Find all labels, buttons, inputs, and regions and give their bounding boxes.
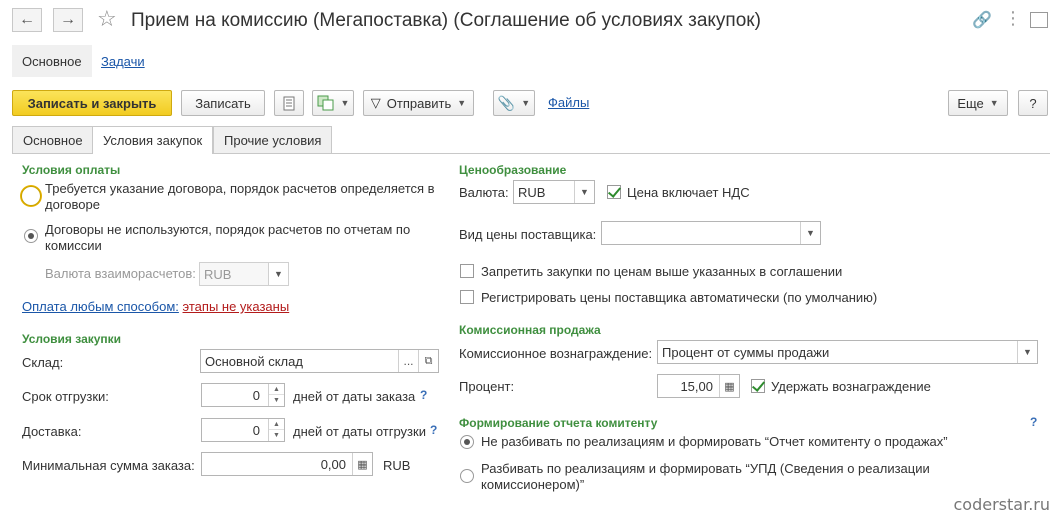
report-split-label-1: Разбивать по реализациям и формировать “…	[481, 461, 930, 476]
paperclip-icon: 📎	[497, 94, 516, 111]
hold-fee-label: Удержать вознаграждение	[771, 379, 931, 394]
send-label: Отправить	[386, 95, 452, 111]
window-title: Прием на комиссию (Мегапоставка) (Соглаш…	[131, 10, 761, 31]
chevron-down-icon[interactable]: ▼	[800, 222, 820, 244]
delivery-label: Доставка:	[22, 424, 82, 439]
payment-option-contract-label-2: договоре	[45, 197, 100, 212]
delivery-suffix: дней от даты отгрузки	[293, 424, 426, 439]
delivery-help-icon[interactable]: ?	[430, 423, 437, 437]
arrow-right-icon: →	[60, 11, 76, 28]
commission-fee-label: Комиссионное вознаграждение:	[459, 346, 653, 361]
payment-option-contract-label-1: Требуется указание договора, порядок рас…	[45, 181, 435, 196]
warehouse-label: Склад:	[22, 355, 64, 370]
report-split-label-2: комиссионером)”	[481, 477, 585, 492]
payment-group-title: Условия оплаты	[22, 163, 121, 177]
filter-icon: ▽	[370, 95, 381, 110]
report-no-split-label: Не разбивать по реализациям и формироват…	[481, 434, 948, 449]
min-sum-currency: RUB	[383, 458, 411, 473]
link-icon[interactable]: 🔗	[972, 10, 992, 30]
shipping-suffix: дней от даты заказа	[293, 389, 416, 404]
chevron-down-icon: ▼	[989, 98, 999, 108]
min-sum-label: Минимальная сумма заказа:	[22, 458, 195, 473]
price-type-label: Вид цены поставщика:	[459, 227, 597, 242]
chevron-down-icon[interactable]: ▼	[1017, 341, 1037, 363]
chevron-down-icon: ▼	[521, 98, 531, 108]
spinner-icon[interactable]: ▲ ▼	[268, 419, 284, 441]
payment-method-link[interactable]: Оплата любым способом:	[22, 299, 179, 314]
settlement-currency-label: Валюта взаиморасчетов:	[45, 266, 196, 281]
pricing-currency-label: Валюта:	[459, 185, 509, 200]
commission-fee-select[interactable]: Процент от суммы продажи ▼	[657, 340, 1038, 364]
save-and-close-button[interactable]: Записать и закрыть	[12, 90, 172, 116]
calculator-icon[interactable]: ▦	[352, 453, 372, 475]
tab-purchase-conditions[interactable]: Условия закупок	[92, 126, 214, 154]
chevron-down-icon: ▼	[268, 263, 288, 285]
delivery-days-input[interactable]: 0 ▲ ▼	[201, 418, 285, 442]
min-sum-input[interactable]: 0,00 ▦	[201, 452, 373, 476]
document-list-button[interactable]	[274, 90, 304, 116]
vat-included-checkbox[interactable]	[607, 185, 621, 199]
commission-fee-value: Процент от суммы продажи	[662, 344, 830, 360]
pricing-currency-select[interactable]: RUB ▼	[513, 180, 595, 204]
payment-option-reports-label-1: Договоры не используются, порядок расчет…	[45, 222, 411, 237]
create-based-on-button[interactable]: ▼	[312, 90, 354, 116]
commission-group-title: Комиссионная продажа	[459, 323, 601, 337]
payment-stages-link[interactable]: этапы не указаны	[183, 299, 290, 314]
arrow-left-icon: ←	[19, 11, 35, 28]
payment-method-row[interactable]: Оплата любым способом: этапы не указаны	[22, 299, 289, 314]
back-button[interactable]: ←	[12, 8, 42, 32]
payment-option-contract-radio[interactable]	[21, 186, 41, 206]
section-main[interactable]: Основное	[12, 45, 92, 77]
hold-fee-checkbox[interactable]	[751, 379, 765, 393]
spinner-icon[interactable]: ▲ ▼	[268, 384, 284, 406]
menu-dots-icon[interactable]: ⋮	[1004, 8, 1022, 29]
payment-option-reports-radio[interactable]	[24, 229, 38, 243]
shipping-label: Срок отгрузки:	[22, 389, 109, 404]
watermark: coderstar.ru	[953, 495, 1051, 514]
register-prices-checkbox[interactable]	[460, 290, 474, 304]
forbid-higher-prices-label: Запретить закупки по ценам выше указанны…	[481, 264, 843, 279]
min-sum-value: 0,00	[320, 456, 346, 472]
percent-input[interactable]: 15,00 ▦	[657, 374, 740, 398]
attach-button[interactable]: 📎 ▼	[493, 90, 535, 116]
pricing-group-title: Ценообразование	[459, 163, 567, 177]
report-group-title: Формирование отчета комитенту	[459, 416, 658, 430]
favorite-star-icon[interactable]: ☆	[97, 6, 117, 32]
open-form-icon[interactable]: ⧉	[418, 350, 438, 372]
chevron-down-icon: ▼	[457, 98, 467, 108]
files-link[interactable]: Файлы	[548, 95, 589, 110]
save-button[interactable]: Записать	[181, 90, 265, 116]
shipping-days-input[interactable]: 0 ▲ ▼	[201, 383, 285, 407]
report-no-split-radio[interactable]	[460, 435, 474, 449]
tab-other-conditions[interactable]: Прочие условия	[213, 126, 333, 153]
chevron-down-icon: ▼	[340, 98, 350, 108]
shipping-help-icon[interactable]: ?	[420, 388, 427, 402]
report-split-radio[interactable]	[460, 469, 474, 483]
document-list-icon	[283, 96, 295, 110]
forward-button[interactable]: →	[53, 8, 83, 32]
price-type-select[interactable]: ▼	[601, 221, 821, 245]
payment-option-reports-label-2: комиссии	[45, 238, 102, 253]
report-help-icon[interactable]: ?	[1030, 415, 1037, 429]
create-based-on-icon	[317, 95, 334, 111]
vat-included-label: Цена включает НДС	[627, 185, 750, 200]
purchase-group-title: Условия закупки	[22, 332, 122, 346]
send-button[interactable]: ▽ Отправить ▼	[363, 90, 474, 116]
more-button[interactable]: Еще ▼	[948, 90, 1008, 116]
chevron-down-icon[interactable]: ▼	[574, 181, 594, 203]
warehouse-field[interactable]: Основной склад ... ⧉	[200, 349, 439, 373]
help-button[interactable]: ?	[1018, 90, 1048, 116]
tab-main[interactable]: Основное	[12, 126, 94, 153]
ellipsis-select-icon[interactable]: ...	[398, 350, 418, 372]
register-prices-label: Регистрировать цены поставщика автоматич…	[481, 290, 878, 305]
settlement-currency-select: RUB ▼	[199, 262, 289, 286]
section-tasks[interactable]: Задачи	[91, 45, 155, 77]
calculator-icon[interactable]: ▦	[719, 375, 739, 397]
percent-label: Процент:	[459, 379, 515, 394]
more-label: Еще	[957, 95, 984, 111]
maximize-icon[interactable]	[1030, 12, 1048, 28]
forbid-higher-prices-checkbox[interactable]	[460, 264, 474, 278]
